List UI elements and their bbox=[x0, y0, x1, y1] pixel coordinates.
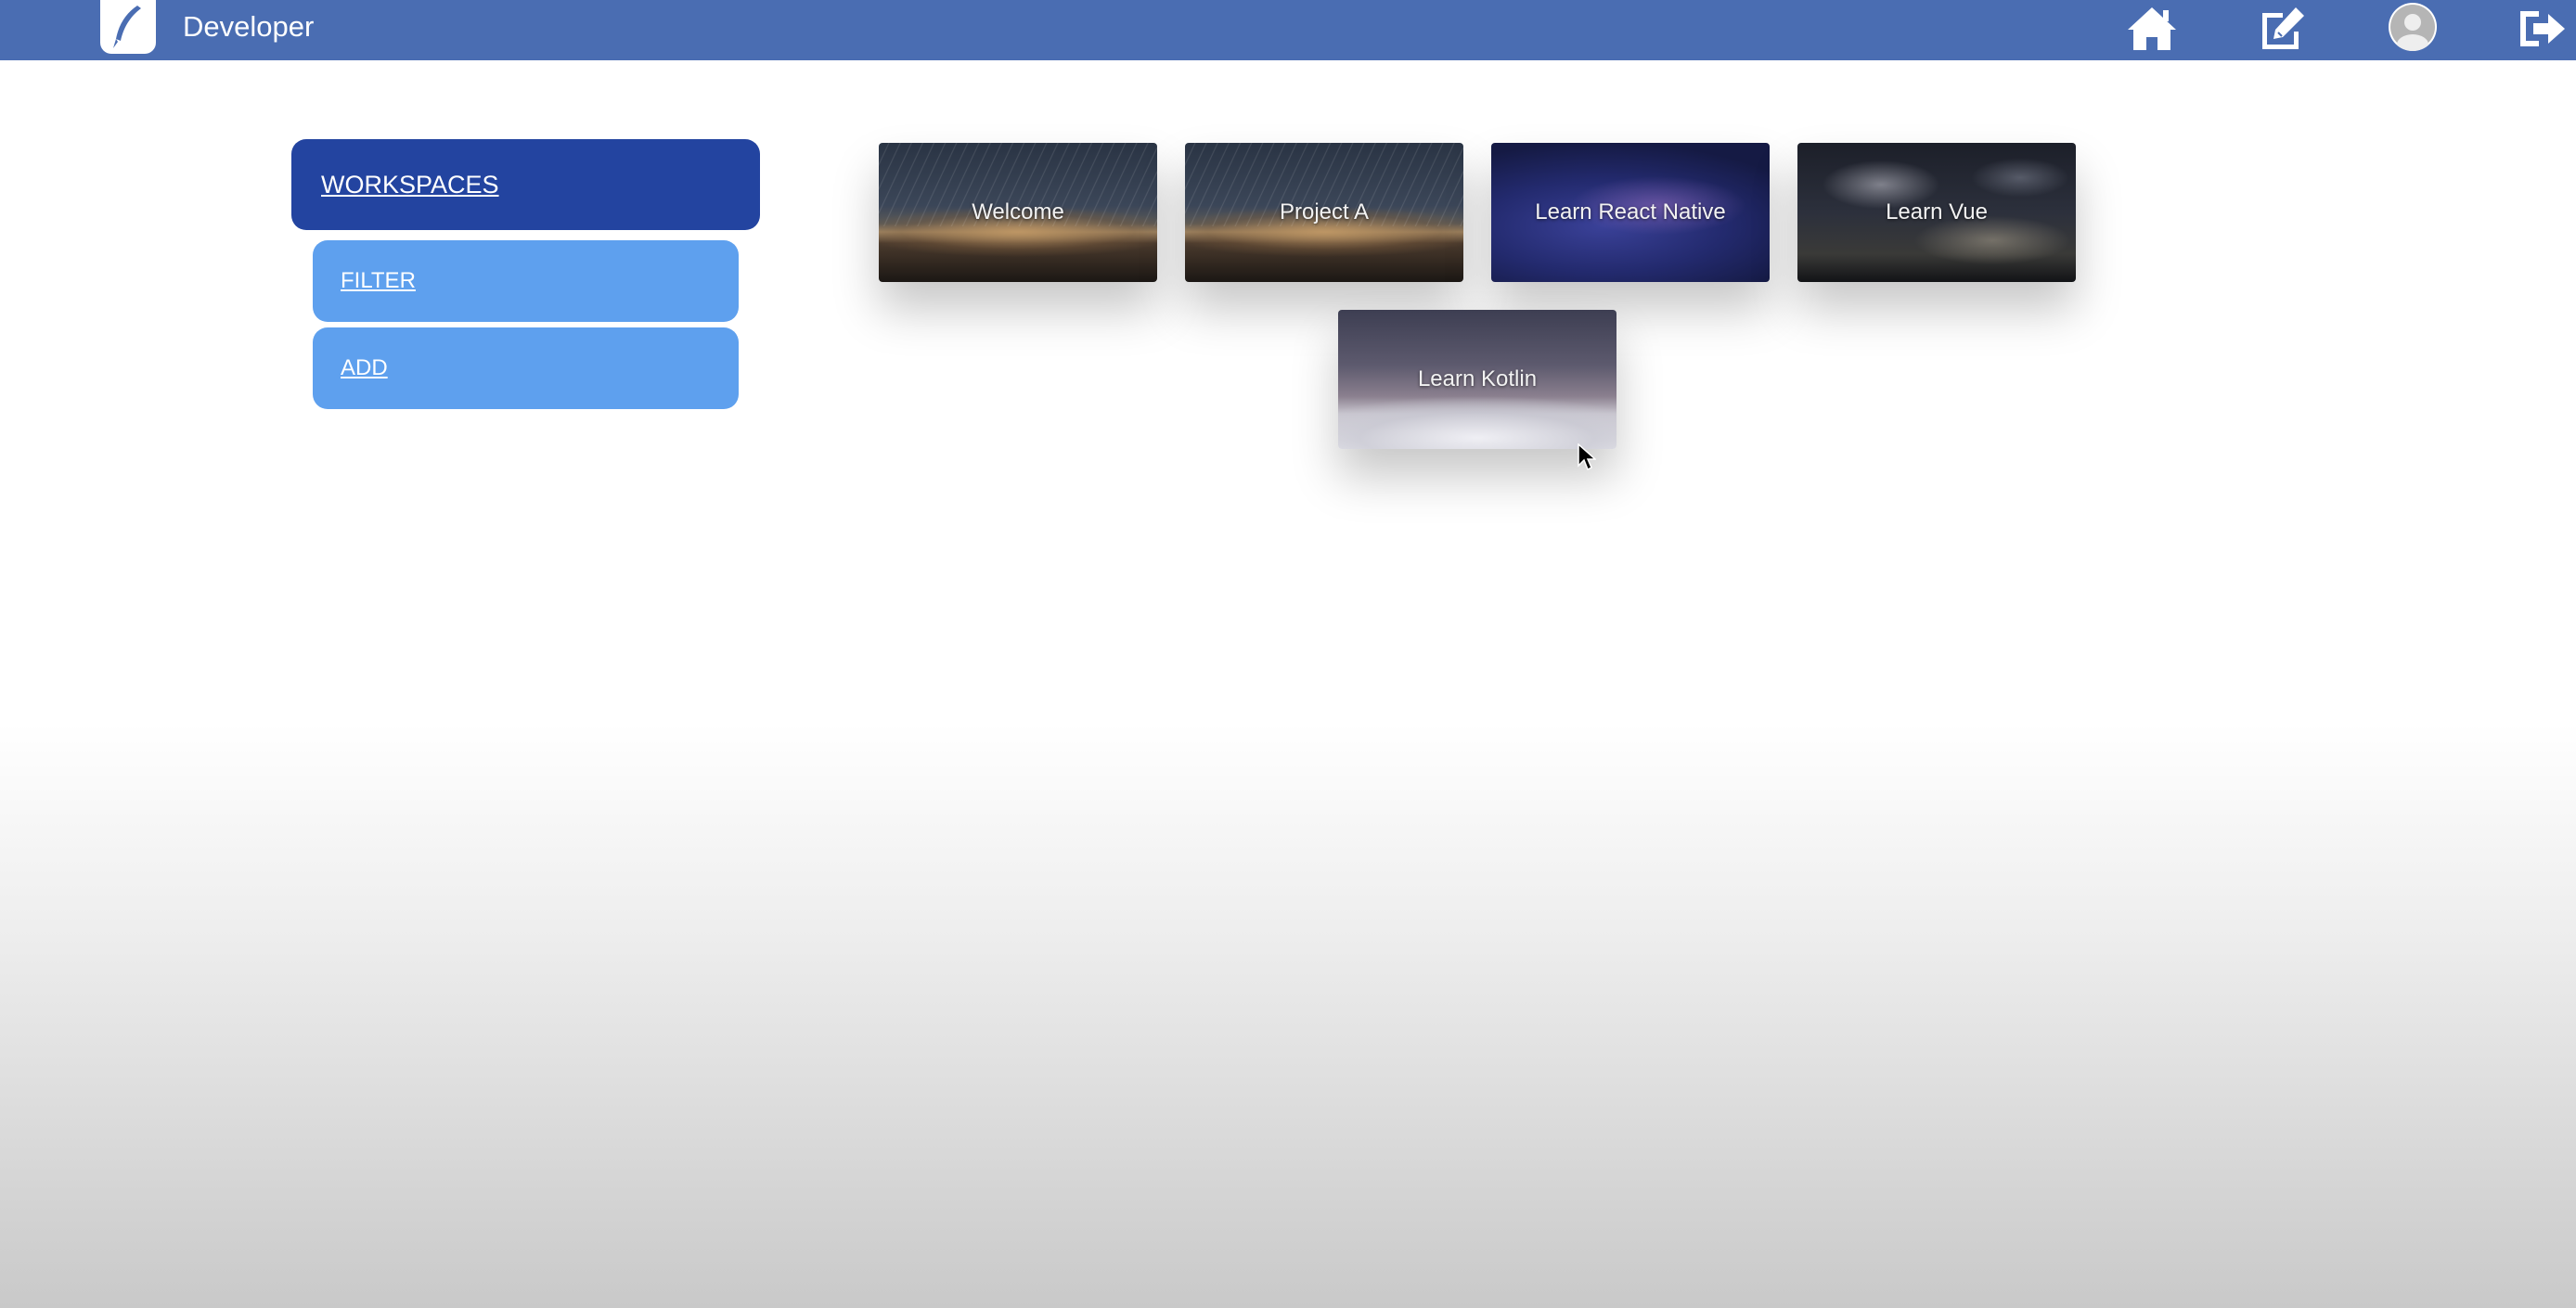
workspaces-nav-button[interactable]: WORKSPACES bbox=[291, 139, 760, 230]
top-nav-bar: Developer bbox=[0, 0, 2576, 60]
workspace-tile-welcome[interactable]: Welcome bbox=[879, 143, 1157, 282]
workspace-tile-learn-vue[interactable]: Learn Vue bbox=[1797, 143, 2076, 282]
workspace-tile-label: Welcome bbox=[972, 199, 1064, 224]
workspace-tile-label: Learn Kotlin bbox=[1417, 366, 1538, 391]
home-icon[interactable] bbox=[2124, 2, 2180, 56]
workspaces-label: WORKSPACES bbox=[321, 170, 499, 199]
logout-icon[interactable] bbox=[2515, 2, 2570, 56]
avatar-icon[interactable] bbox=[2385, 2, 2441, 56]
add-label: ADD bbox=[341, 355, 388, 380]
workspace-tile-learn-kotlin[interactable]: Learn Kotlin bbox=[1338, 310, 1616, 449]
workspace-tile-label: Project A bbox=[1279, 199, 1370, 224]
logo-icon[interactable] bbox=[100, 0, 156, 54]
app-title: Developer bbox=[183, 10, 315, 43]
workspace-tile-project-a[interactable]: Project A bbox=[1185, 143, 1463, 282]
filter-button[interactable]: FILTER bbox=[313, 240, 739, 322]
edit-icon[interactable] bbox=[2255, 2, 2311, 56]
add-button[interactable]: ADD bbox=[313, 327, 739, 409]
workspace-tile-label: Learn Vue bbox=[1886, 199, 1988, 224]
workspace-tile-label: Learn React Native bbox=[1535, 199, 1726, 224]
filter-label: FILTER bbox=[341, 268, 416, 293]
workspace-tile-learn-react-native[interactable]: Learn React Native bbox=[1491, 143, 1770, 282]
